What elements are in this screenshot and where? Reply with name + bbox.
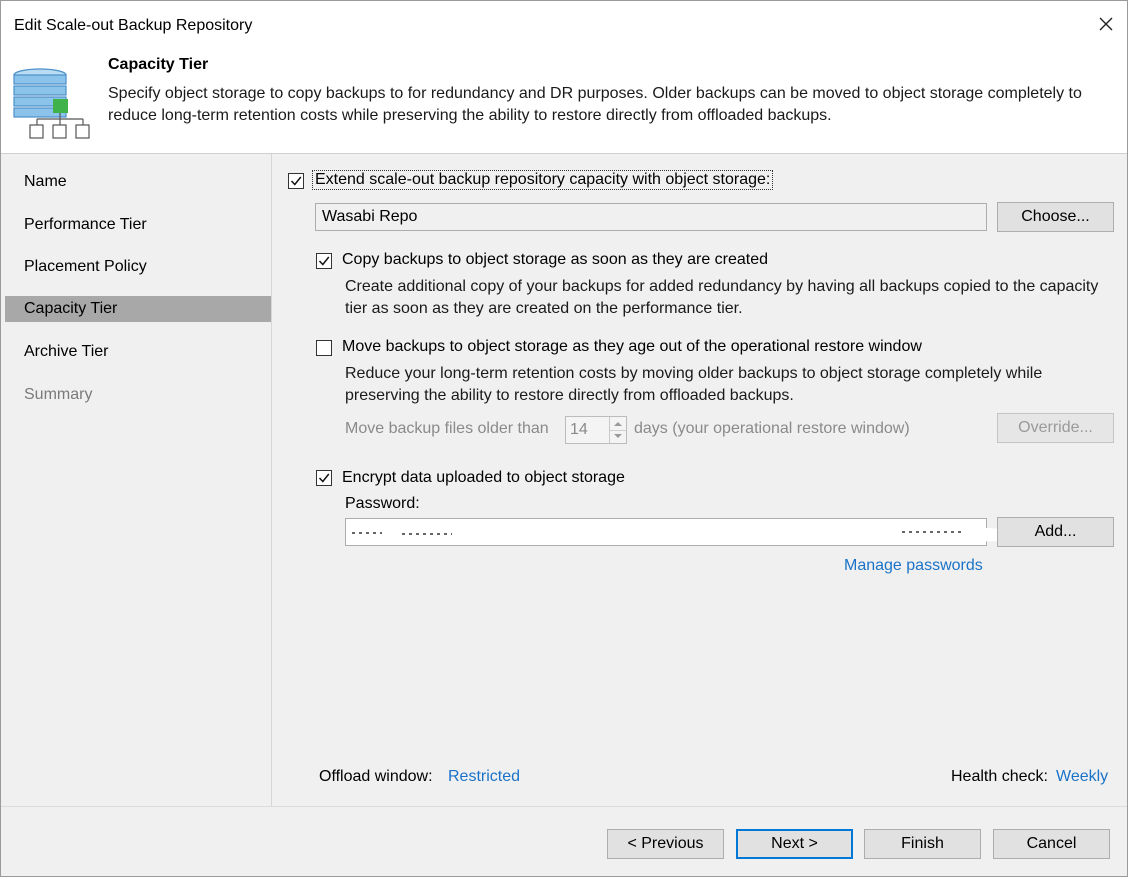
next-button[interactable]: Next > xyxy=(736,829,853,859)
page-title: Capacity Tier xyxy=(108,56,209,73)
previous-button[interactable]: < Previous xyxy=(607,829,724,859)
cancel-button[interactable]: Cancel xyxy=(993,829,1110,859)
health-check-label: Health check: xyxy=(951,768,1048,785)
nav-item-placement-policy[interactable]: Placement Policy xyxy=(5,254,271,280)
wizard-footer: < Previous Next > Finish Cancel xyxy=(1,807,1127,876)
object-storage-field[interactable]: Wasabi Repo xyxy=(315,203,987,231)
window-title: Edit Scale-out Backup Repository xyxy=(14,17,253,34)
page-description: Specify object storage to copy backups t… xyxy=(108,85,1082,124)
nav-item-summary: Summary xyxy=(24,386,93,403)
nav-item-archive-tier[interactable]: Archive Tier xyxy=(5,339,271,365)
copy-label[interactable]: Copy backups to object storage as soon a… xyxy=(342,251,768,269)
dialog-window: Edit Scale-out Backup Repository Capacit… xyxy=(0,0,1128,877)
page-header: Capacity Tier Specify object storage to … xyxy=(1,49,1127,153)
offload-window-link[interactable]: Restricted xyxy=(448,768,520,786)
password-label: Password: xyxy=(345,495,420,512)
move-description: Reduce your long-term retention costs by… xyxy=(345,365,1043,404)
manage-passwords-link[interactable]: Manage passwords xyxy=(844,557,983,575)
older-than-suffix: days (your operational restore window) xyxy=(634,420,910,437)
older-than-prefix: Move backup files older than xyxy=(345,420,549,437)
nav-item-performance-tier[interactable]: Performance Tier xyxy=(5,212,271,238)
wizard-nav: Name Performance Tier Placement Policy C… xyxy=(1,154,272,806)
copy-checkbox[interactable] xyxy=(316,253,332,269)
encrypt-checkbox[interactable] xyxy=(316,470,332,486)
nav-item-capacity-tier[interactable]: Capacity Tier xyxy=(5,296,271,322)
close-icon[interactable] xyxy=(1095,13,1117,35)
days-value: 14 xyxy=(570,421,588,438)
password-select[interactable] xyxy=(345,518,1002,546)
finish-button[interactable]: Finish xyxy=(864,829,981,859)
choose-button[interactable]: Choose... xyxy=(997,202,1114,232)
spinner-arrows xyxy=(609,417,626,443)
health-check-link[interactable]: Weekly xyxy=(1056,768,1108,786)
database-hierarchy-icon xyxy=(13,67,93,144)
redaction-mark xyxy=(346,522,1002,543)
spin-up-icon xyxy=(610,417,626,431)
override-button: Override... xyxy=(997,413,1114,443)
extend-checkbox[interactable] xyxy=(288,173,304,189)
spin-down-icon xyxy=(610,430,626,443)
nav-item-name[interactable]: Name xyxy=(5,169,271,195)
add-password-button[interactable]: Add... xyxy=(997,517,1114,547)
offload-window-label: Offload window: xyxy=(319,768,433,785)
move-label[interactable]: Move backups to object storage as they a… xyxy=(342,338,922,356)
extend-label[interactable]: Extend scale-out backup repository capac… xyxy=(312,170,774,190)
encrypt-label[interactable]: Encrypt data uploaded to object storage xyxy=(342,469,625,487)
title-bar: Edit Scale-out Backup Repository xyxy=(1,1,1127,49)
copy-description: Create additional copy of your backups f… xyxy=(345,278,1099,317)
days-spinner: 14 xyxy=(565,416,627,444)
move-checkbox[interactable] xyxy=(316,340,332,356)
capacity-tier-panel: Extend scale-out backup repository capac… xyxy=(272,154,1127,806)
